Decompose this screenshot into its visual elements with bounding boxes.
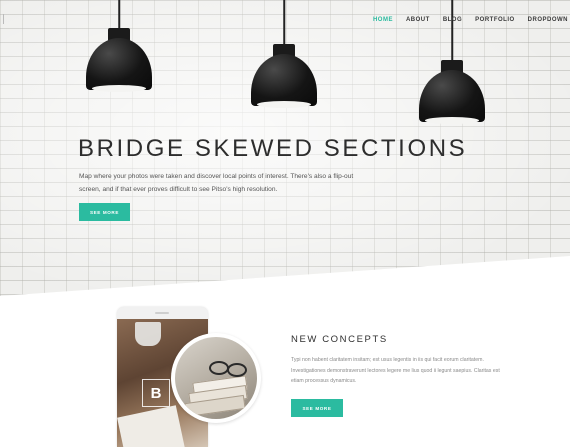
pendant-lamp-icon — [251, 0, 317, 112]
coffee-cup-graphic — [135, 322, 161, 346]
section-description: Typi non habent claritatem insitam; est … — [291, 357, 500, 384]
phone-speaker — [155, 312, 169, 314]
phone-logo: B — [142, 379, 170, 407]
hero-title: BRIDGE SKEWED SECTIONS — [78, 135, 468, 162]
books-glasses-photo — [175, 337, 257, 419]
section-see-more-button[interactable]: SEE MORE — [291, 399, 343, 417]
left-edge-marker — [0, 14, 4, 24]
nav-item-blog[interactable]: BLOG — [443, 17, 462, 23]
paper-graphic — [117, 405, 185, 447]
section-title: NEW CONCEPTS — [291, 334, 388, 345]
hero-see-more-button[interactable]: SEE MORE — [79, 203, 130, 221]
nav-item-portfolio[interactable]: PORTFOLIO — [475, 17, 515, 23]
nav-item-dropdown[interactable]: DROPDOWN — [528, 17, 568, 23]
pendant-lamp-icon — [86, 0, 152, 96]
nav-item-about[interactable]: ABOUT — [406, 17, 430, 23]
nav-item-home[interactable]: HOME — [373, 17, 393, 23]
hero-description: Map where your photos were taken and dis… — [79, 173, 354, 193]
circle-image — [171, 333, 261, 423]
main-nav: HOME ABOUT BLOG PORTFOLIO DROPDOWN — [373, 17, 568, 23]
